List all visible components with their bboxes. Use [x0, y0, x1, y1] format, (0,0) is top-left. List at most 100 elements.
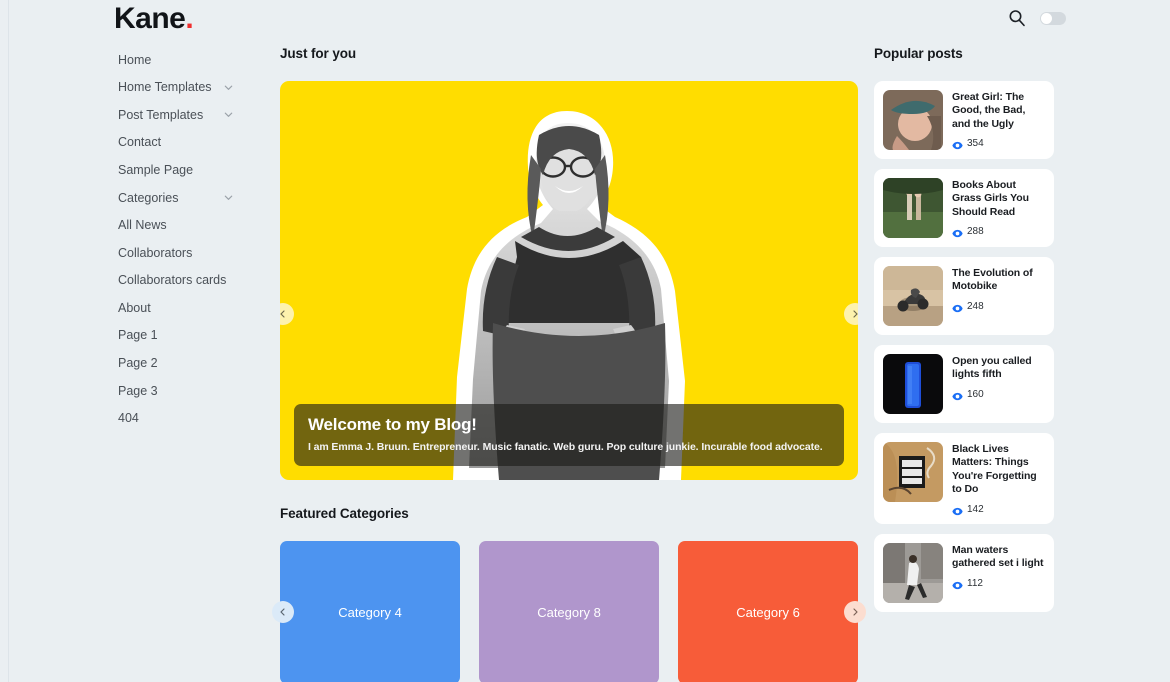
list-item[interactable]: The Evolution of Motobike 248: [874, 257, 1054, 335]
sidebar-item-label: Home Templates: [118, 80, 212, 95]
sidebar-item-sample-page[interactable]: Sample Page: [0, 156, 262, 184]
brand-dot: .: [185, 2, 194, 35]
post-thumbnail: [883, 90, 943, 150]
post-body: The Evolution of Motobike 248: [952, 266, 1045, 313]
category-card[interactable]: Category 6: [678, 541, 858, 682]
post-title: Black Lives Matters: Things You're Forge…: [952, 443, 1037, 496]
sidebar-item-collaborators[interactable]: Collaborators: [0, 239, 262, 267]
category-card[interactable]: Category 4: [280, 541, 460, 682]
sidebar-item-categories[interactable]: Categories: [0, 184, 262, 212]
list-item[interactable]: Great Girl: The Good, the Bad, and the U…: [874, 81, 1054, 159]
post-views: 142: [952, 504, 1045, 515]
category-card-label: Category 8: [537, 605, 601, 620]
category-card[interactable]: Category 8: [479, 541, 659, 682]
list-item[interactable]: Man waters gathered set i light 112: [874, 533, 1054, 612]
popular-posts-panel: Popular posts Great Girl: The Good, the …: [874, 46, 1054, 612]
post-views: 112: [952, 578, 1045, 589]
hero-subheading: I am Emma J. Bruun. Entrepreneur. Music …: [308, 441, 823, 453]
eye-icon: [952, 138, 963, 150]
main-content: Just for you Welcome to my Blog! I am Em…: [272, 46, 866, 682]
brand-name: Kane: [114, 2, 186, 35]
list-item[interactable]: Open you called lights fifth 160: [874, 345, 1054, 423]
post-title: Great Girl: The Good, the Bad, and the U…: [952, 91, 1026, 130]
eye-icon: [952, 578, 963, 589]
just-for-you-title: Just for you: [280, 46, 357, 61]
eye-icon: [952, 226, 963, 238]
sidebar-item-label: Collaborators cards: [118, 273, 227, 288]
sidebar-item-about[interactable]: About: [0, 294, 262, 322]
page-header: Kane.: [0, 0, 1170, 40]
sidebar-item-post-templates[interactable]: Post Templates: [0, 101, 262, 129]
featured-categories-title: Featured Categories: [280, 506, 409, 521]
sidebar-item-label: Collaborators: [118, 245, 193, 260]
sidebar-item-contact[interactable]: Contact: [0, 129, 262, 157]
post-title: Books About Grass Girls You Should Read: [952, 179, 1029, 218]
sidebar-item-label: Post Templates: [118, 107, 204, 122]
sidebar-item-label: Page 3: [118, 383, 158, 398]
hero-caption: Welcome to my Blog! I am Emma J. Bruun. …: [294, 404, 844, 466]
sidebar-item-home[interactable]: Home: [0, 46, 262, 74]
dark-mode-toggle[interactable]: [1040, 11, 1066, 25]
sidebar-nav: Home Home Templates Post Templates Conta…: [0, 46, 262, 432]
post-body: Man waters gathered set i light 112: [952, 543, 1045, 589]
post-body: Black Lives Matters: Things You're Forge…: [952, 442, 1045, 515]
sidebar-item-page-3[interactable]: Page 3: [0, 377, 262, 405]
post-body: Books About Grass Girls You Should Read …: [952, 178, 1045, 238]
header-actions: [1008, 9, 1066, 27]
category-card-label: Category 4: [338, 605, 402, 620]
views-count: 354: [967, 138, 984, 150]
sidebar-item-page-2[interactable]: Page 2: [0, 350, 262, 378]
sidebar-item-label: About: [118, 300, 151, 315]
post-body: Open you called lights fifth 160: [952, 354, 1045, 401]
hero-carousel: Welcome to my Blog! I am Emma J. Bruun. …: [280, 81, 858, 480]
post-thumbnail: [883, 266, 943, 326]
categories-prev-button[interactable]: [272, 601, 294, 623]
hero-prev-button[interactable]: [280, 303, 294, 325]
post-title: The Evolution of Motobike: [952, 267, 1033, 293]
search-icon[interactable]: [1008, 9, 1026, 27]
post-views: 160: [952, 388, 1045, 401]
popular-posts-title: Popular posts: [874, 46, 963, 61]
eye-icon: [952, 301, 963, 313]
sidebar-item-label: Contact: [118, 135, 162, 150]
brand-logo[interactable]: Kane.: [114, 2, 194, 36]
views-count: 288: [967, 226, 984, 238]
post-thumbnail: [883, 442, 943, 502]
post-thumbnail: [883, 354, 943, 414]
hero-next-button[interactable]: [844, 303, 858, 325]
hero-heading: Welcome to my Blog!: [308, 415, 477, 434]
sidebar-item-label: Page 1: [118, 328, 158, 343]
sidebar-item-home-templates[interactable]: Home Templates: [0, 74, 262, 102]
sidebar-item-label: All News: [118, 218, 167, 233]
chevron-down-icon[interactable]: [223, 192, 234, 203]
list-item[interactable]: Black Lives Matters: Things You're Forge…: [874, 433, 1054, 524]
post-views: 288: [952, 226, 1045, 238]
eye-icon: [952, 504, 963, 515]
post-thumbnail: [883, 542, 943, 603]
chevron-down-icon[interactable]: [223, 82, 234, 93]
sidebar-item-label: 404: [118, 411, 139, 426]
post-body: Great Girl: The Good, the Bad, and the U…: [952, 90, 1045, 150]
post-views: 354: [952, 138, 1045, 150]
featured-categories-carousel: Category 4 Category 8 Category 6: [272, 541, 866, 682]
toggle-knob: [1041, 12, 1052, 24]
popular-posts-list: Great Girl: The Good, the Bad, and the U…: [874, 81, 1054, 612]
post-thumbnail: [883, 178, 943, 238]
sidebar-item-label: Categories: [118, 190, 179, 205]
sidebar-item-label: Page 2: [118, 356, 158, 371]
sidebar-item-label: Home: [118, 52, 152, 67]
post-title: Man waters gathered set i light: [952, 543, 1044, 570]
sidebar-item-all-news[interactable]: All News: [0, 212, 262, 240]
views-count: 160: [967, 388, 984, 400]
post-views: 248: [952, 301, 1045, 313]
sidebar-item-collaborators-cards[interactable]: Collaborators cards: [0, 267, 262, 295]
category-card-label: Category 6: [736, 605, 800, 620]
sidebar-item-404[interactable]: 404: [0, 405, 262, 433]
views-count: 142: [967, 503, 984, 515]
list-item[interactable]: Books About Grass Girls You Should Read …: [874, 169, 1054, 247]
views-count: 112: [967, 577, 983, 589]
categories-next-button[interactable]: [844, 601, 866, 623]
sidebar-item-page-1[interactable]: Page 1: [0, 322, 262, 350]
sidebar-item-label: Sample Page: [118, 162, 194, 177]
chevron-down-icon[interactable]: [223, 109, 234, 120]
